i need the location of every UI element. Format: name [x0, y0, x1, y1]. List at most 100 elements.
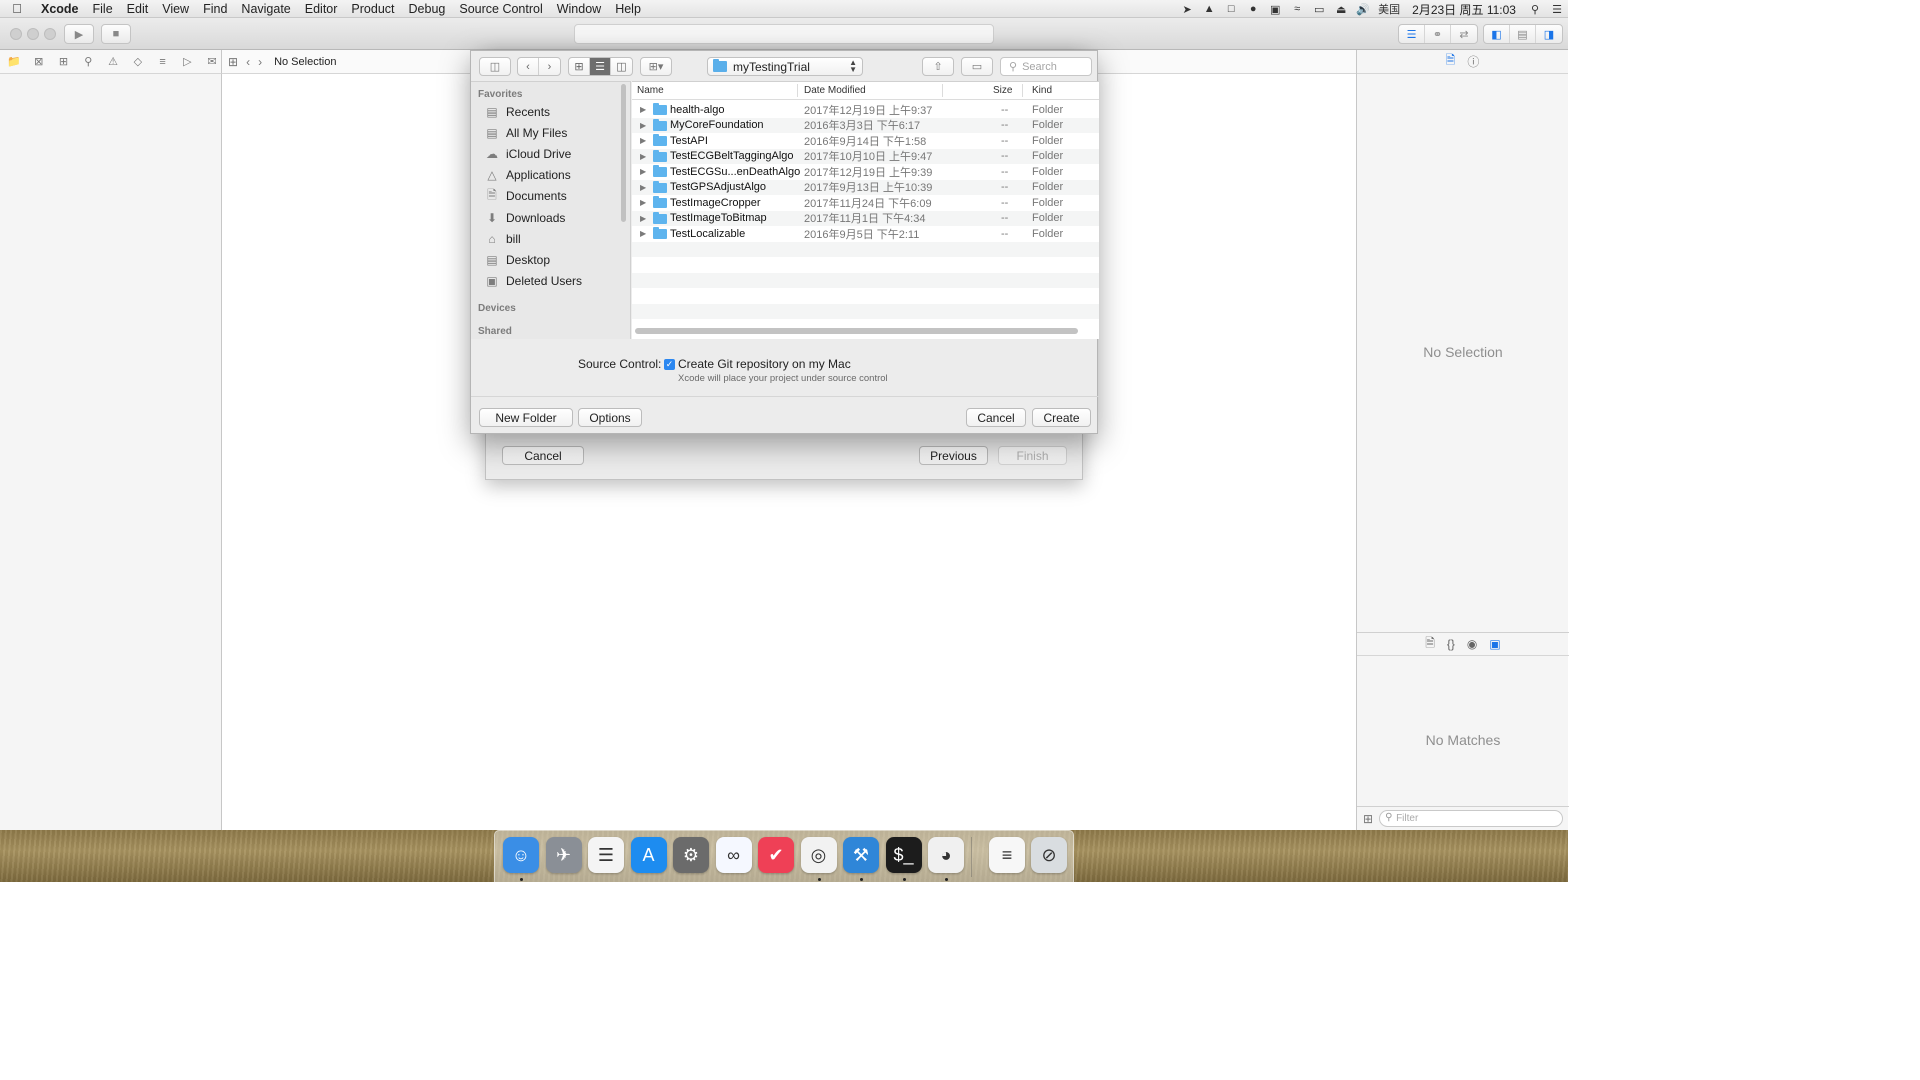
file-row[interactable]: ▶ TestGPSAdjustAlgo 2017年9月13日 上午10:39 -… [632, 179, 1099, 195]
quick-help-icon[interactable]: ⓘ [1467, 53, 1479, 70]
column-divider[interactable] [942, 84, 943, 97]
file-row[interactable]: ▶ MyCoreFoundation 2016年3月3日 下午6:17 -- F… [632, 117, 1099, 133]
notification-bell-icon[interactable]: ▲ [1198, 3, 1220, 15]
sidebar-item-all-my-files[interactable]: ▤ All My Files [485, 123, 567, 143]
version-editor-icon[interactable]: ⇄ [1451, 25, 1477, 43]
report-navigator-icon[interactable]: ✉ [203, 55, 221, 68]
create-button[interactable]: Create [1032, 408, 1091, 427]
related-items-icon[interactable]: ⊞ [228, 55, 238, 69]
menu-product[interactable]: Product [344, 0, 401, 18]
menu-app-xcode[interactable]: Xcode [34, 0, 86, 18]
dialog-cancel-button[interactable]: Cancel [966, 408, 1026, 427]
symbol-navigator-icon[interactable]: ⊞ [55, 55, 73, 68]
disclosure-triangle-icon[interactable]: ▶ [640, 136, 646, 145]
minimize-window-button[interactable] [27, 28, 39, 40]
test-navigator-icon[interactable]: ◇ [129, 55, 147, 68]
system-preferences-icon[interactable]: ⚙ [673, 837, 709, 873]
column-header-date[interactable]: Date Modified [804, 85, 866, 96]
chrome-icon[interactable]: ◎ [800, 837, 837, 873]
column-header-size[interactable]: Size [993, 85, 1012, 96]
qq-icon[interactable]: ◕ [928, 837, 964, 873]
baidu-netdisk-icon[interactable]: ∞ [715, 837, 752, 873]
sidebar-item-downloads[interactable]: ⬇ Downloads [485, 208, 565, 228]
sidebar-item-applications[interactable]: △ Applications [485, 165, 570, 185]
file-inspector-icon[interactable]: 🗎 [1446, 51, 1456, 72]
back-icon[interactable]: ‹ [518, 58, 539, 75]
previous-button[interactable]: Previous [919, 446, 988, 465]
sidebar-item-desktop[interactable]: ▤ Desktop [485, 250, 550, 270]
arrange-button[interactable]: ⊞▾ [640, 57, 672, 76]
airplay-icon[interactable]: ▭ [1308, 3, 1330, 16]
disclosure-triangle-icon[interactable]: ▶ [640, 183, 646, 192]
disclosure-triangle-icon[interactable]: ▶ [640, 152, 646, 161]
menu-help[interactable]: Help [608, 0, 648, 18]
file-row[interactable]: ▶ TestImageCropper 2017年11月24日 下午6:09 --… [632, 195, 1099, 211]
file-row[interactable]: ▶ TestLocalizable 2016年9月5日 下午2:11 -- Fo… [632, 226, 1099, 242]
file-list-horizontal-scrollbar[interactable] [635, 328, 1078, 334]
column-view-icon[interactable]: ◫ [611, 58, 632, 75]
sidebar-scrollbar[interactable] [621, 84, 626, 222]
disclosure-triangle-icon[interactable]: ▶ [640, 167, 646, 176]
column-divider[interactable] [1022, 84, 1023, 97]
column-header-name[interactable]: Name [637, 85, 664, 96]
file-row[interactable]: ▶ TestECGBeltTaggingAlgo 2017年10月10日 上午9… [632, 148, 1099, 164]
disclosure-triangle-icon[interactable]: ▶ [640, 198, 646, 207]
file-row[interactable]: ▶ TestAPI 2016年9月14日 下午1:58 -- Folder [632, 133, 1099, 149]
dialog-search-field[interactable]: ⚲ Search [1000, 57, 1092, 76]
sheet-cancel-button[interactable]: Cancel [502, 446, 584, 465]
create-git-checkbox-label[interactable]: Create Git repository on my Mac [678, 357, 851, 371]
menu-view[interactable]: View [155, 0, 196, 18]
reminders-icon[interactable]: ☰ [588, 837, 624, 873]
menu-source-control[interactable]: Source Control [452, 0, 549, 18]
media-library-icon[interactable]: ▣ [1489, 637, 1500, 651]
debug-navigator-icon[interactable]: ≡ [154, 56, 172, 68]
file-row[interactable]: ▶ health-algo 2017年12月19日 上午9:37 -- Fold… [632, 102, 1099, 118]
sidebar-item-deleted-users[interactable]: ▣ Deleted Users [485, 271, 582, 291]
file-row[interactable]: ▶ TestECGSu...enDeathAlgo 2017年12月19日 上午… [632, 164, 1099, 180]
disclosure-triangle-icon[interactable]: ▶ [640, 105, 646, 114]
object-library-icon[interactable]: ◉ [1467, 637, 1477, 651]
apple-menu-icon[interactable]:  [0, 1, 34, 16]
qq-tray-icon[interactable]: ● [1242, 3, 1264, 15]
grid-view-icon[interactable]: ⊞ [1363, 812, 1373, 826]
menu-debug[interactable]: Debug [402, 0, 453, 18]
icon-view-icon[interactable]: ⊞ [569, 58, 590, 75]
breakpoint-navigator-icon[interactable]: ▷ [178, 55, 196, 68]
find-navigator-icon[interactable]: ⚲ [79, 55, 97, 68]
issue-navigator-icon[interactable]: ⚠ [104, 55, 122, 68]
xcode-icon[interactable]: ⚒ [843, 837, 879, 873]
notification-center-icon[interactable]: ☰ [1546, 3, 1568, 16]
eject-icon[interactable]: ⏏ [1330, 3, 1352, 16]
zoom-window-button[interactable] [44, 28, 56, 40]
column-divider[interactable] [797, 84, 798, 97]
sidebar-item-recents[interactable]: ▤ Recents [485, 102, 550, 122]
code-snippet-library-icon[interactable]: {} [1447, 637, 1455, 651]
disclosure-triangle-icon[interactable]: ▶ [640, 214, 646, 223]
back-arrow-icon[interactable]: ‹ [246, 55, 250, 69]
new-folder-button[interactable]: New Folder [479, 408, 573, 427]
tag-button[interactable]: ▭ [961, 57, 993, 76]
toggle-navigator-icon[interactable]: ◧ [1484, 25, 1510, 43]
terminal-icon[interactable]: $_ [885, 837, 922, 873]
wifi-icon[interactable]: ≈ [1286, 3, 1308, 15]
app-store-icon[interactable]: A [630, 837, 667, 873]
create-git-checkbox[interactable]: ✓ [664, 359, 675, 370]
menu-find[interactable]: Find [196, 0, 234, 18]
project-navigator-icon[interactable]: 📁 [5, 55, 23, 68]
input-source-label[interactable]: 美国 [1374, 1, 1404, 17]
forward-icon[interactable]: › [539, 58, 560, 75]
toggle-debug-area-icon[interactable]: ▤ [1510, 25, 1536, 43]
trash-icon[interactable]: ⊘ [1031, 837, 1067, 873]
launchpad-icon[interactable]: ✈ [545, 837, 582, 873]
options-button[interactable]: Options [578, 408, 642, 427]
input-method-icon[interactable]: □ [1220, 3, 1242, 15]
pocket-icon[interactable]: ✔ [758, 837, 794, 873]
run-button[interactable]: ▶ [64, 24, 94, 44]
library-filter-input[interactable]: ⚲ Filter [1379, 810, 1564, 827]
sidebar-toggle-button[interactable]: ◫ [479, 57, 511, 76]
spotlight-search-icon[interactable]: ⚲ [1524, 3, 1546, 16]
sidebar-item-icloud-drive[interactable]: ☁ iCloud Drive [485, 144, 571, 164]
menu-edit[interactable]: Edit [120, 0, 156, 18]
clock[interactable]: 2月23日 周五 11:03 [1404, 1, 1524, 18]
sidebar-item-bill[interactable]: ⌂ bill [485, 229, 520, 249]
